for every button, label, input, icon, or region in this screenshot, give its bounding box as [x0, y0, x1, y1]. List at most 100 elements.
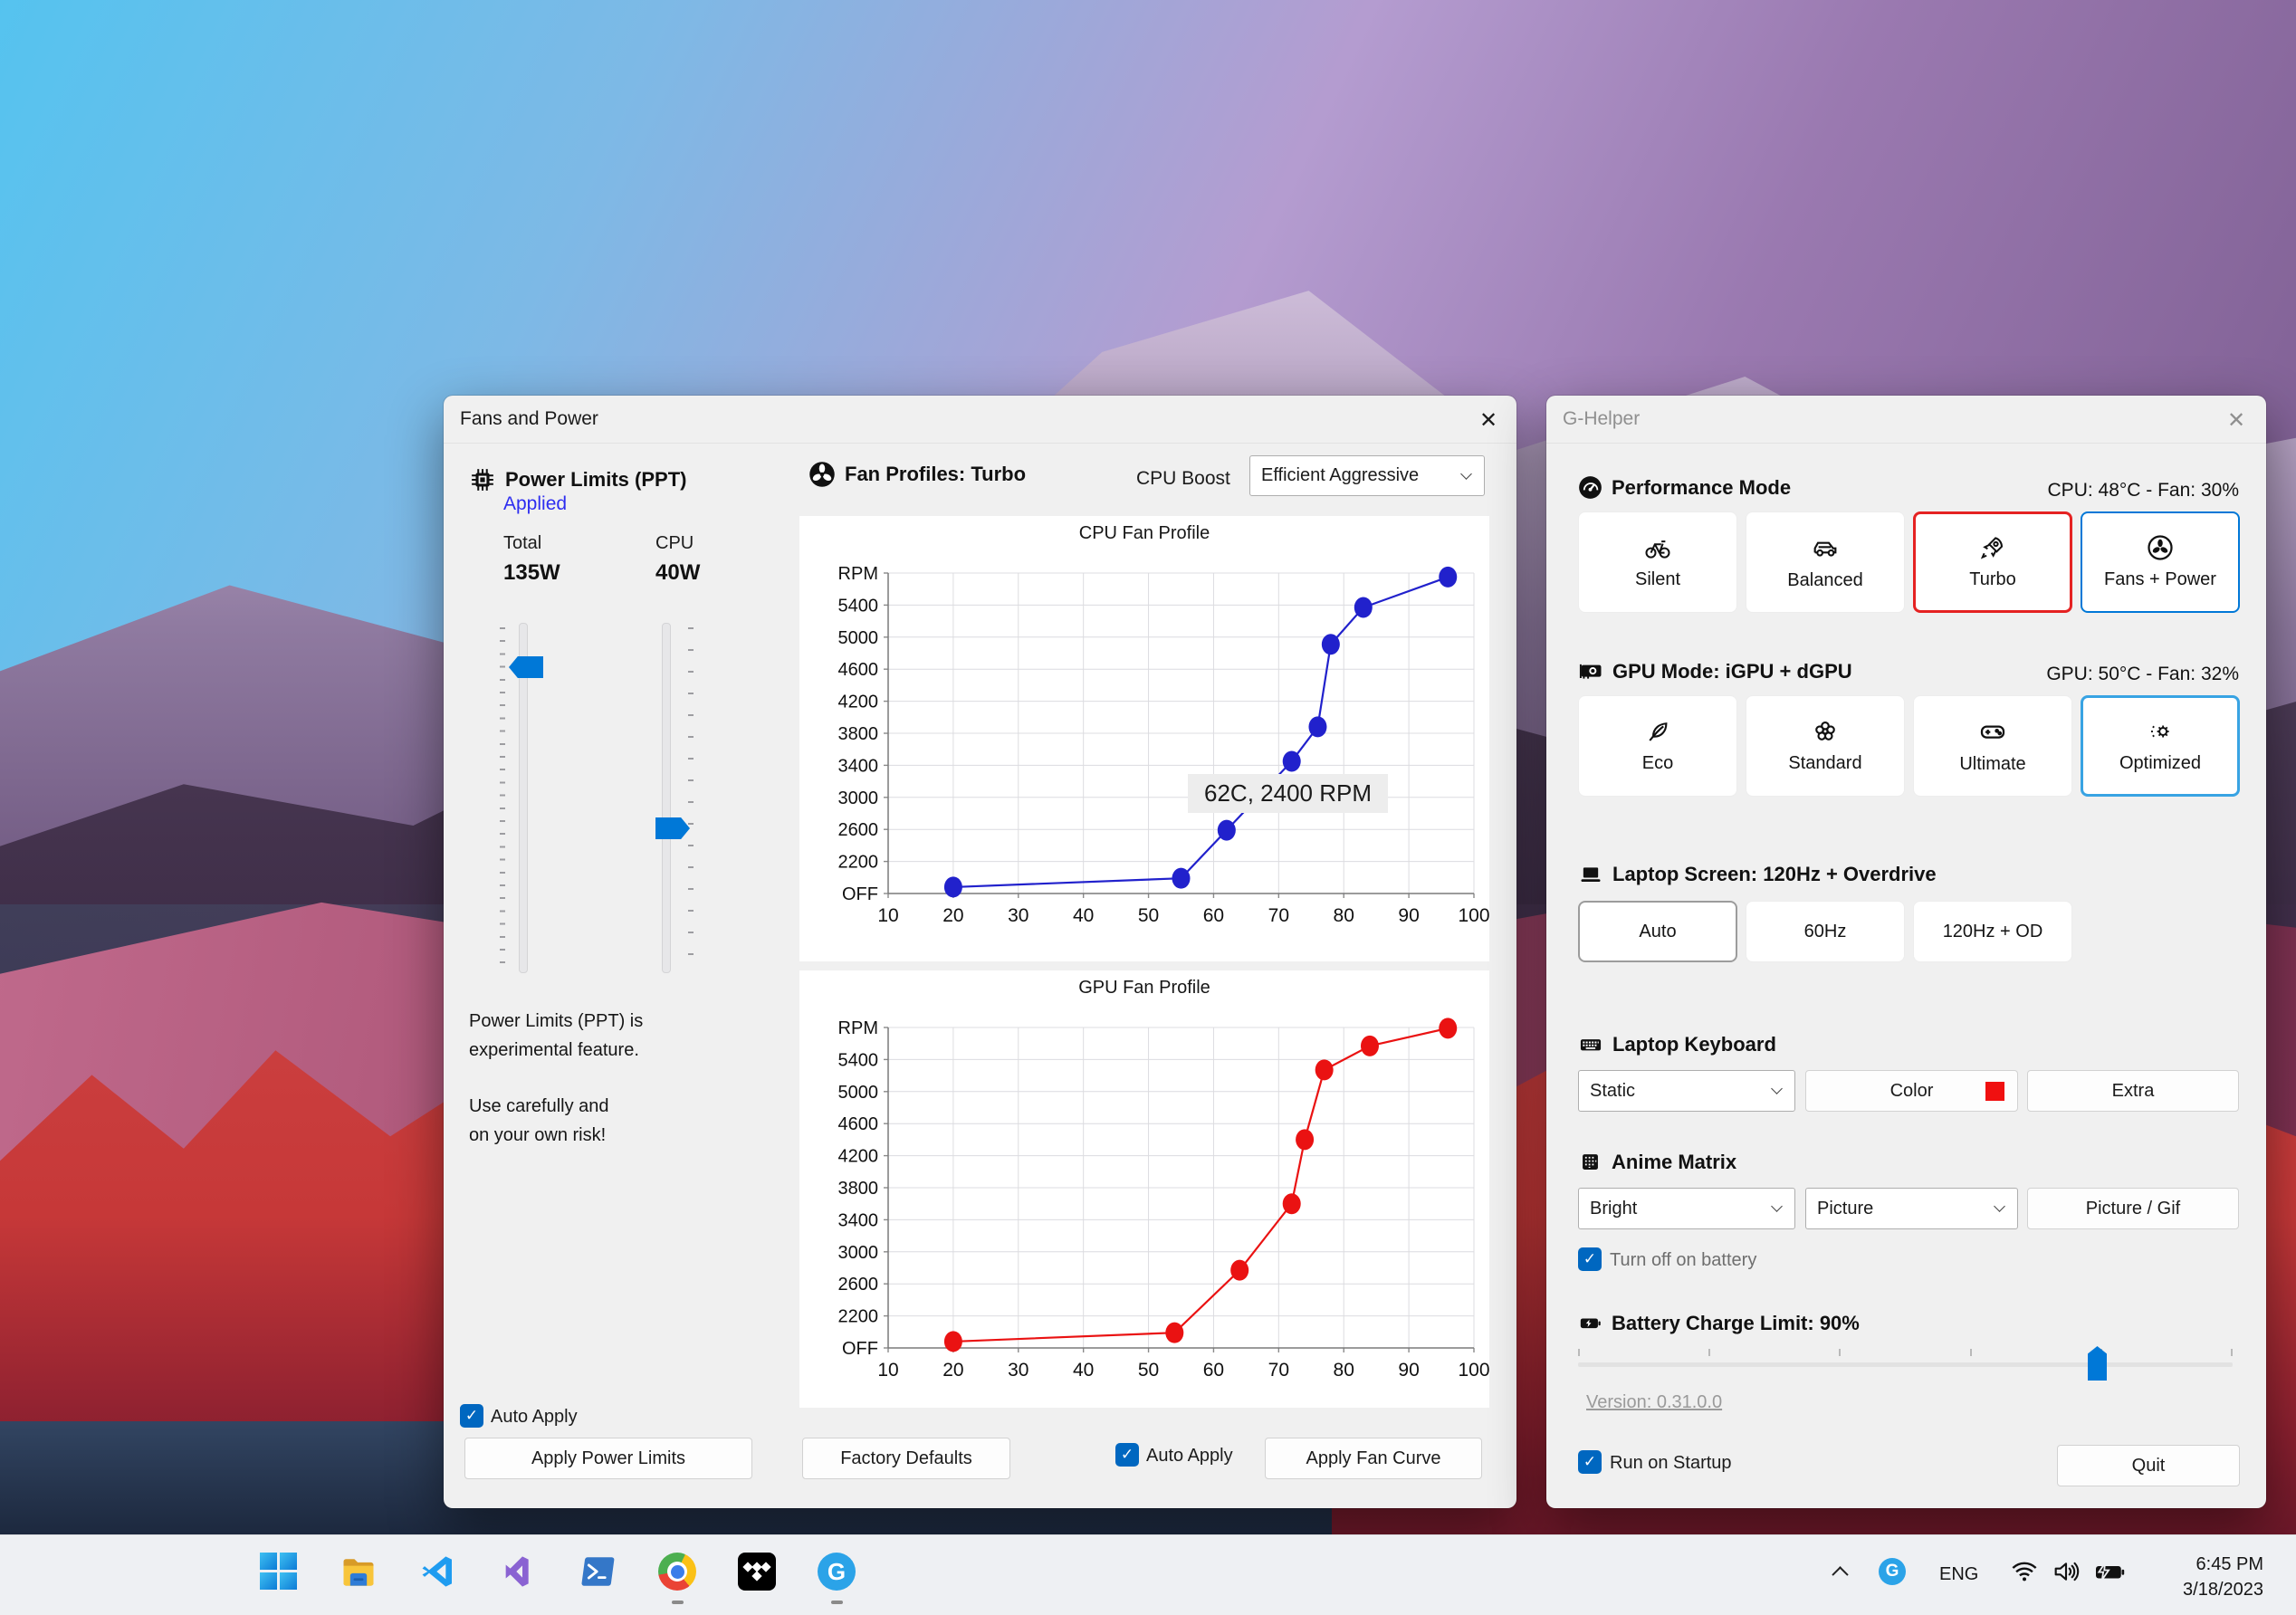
perf-mode-fans-power-button[interactable]: Fans + Power [2081, 511, 2240, 613]
close-icon[interactable]: ✕ [2221, 405, 2252, 435]
turn-off-on-battery-checkbox[interactable]: ✓ [1578, 1247, 1602, 1271]
fan-curve-point[interactable] [1230, 1259, 1249, 1281]
cpu-slider-thumb[interactable] [655, 817, 690, 839]
gamepad-icon [1980, 725, 2005, 739]
matrix-brightness-dropdown[interactable]: Bright [1578, 1188, 1795, 1229]
perf-mode-balanced-button[interactable]: Balanced [1746, 511, 1905, 613]
svg-text:90: 90 [1398, 1360, 1419, 1381]
fan-curve-point[interactable] [1217, 819, 1236, 841]
apply-fan-curve-button[interactable]: Apply Fan Curve [1265, 1438, 1482, 1479]
gpu-fan-curve-chart[interactable]: 10 20 30 40 50 60 70 80 90 100 OFF 2200 2600 3000 3400… [799, 1002, 1489, 1416]
wifi-tray-button[interactable] [2006, 1550, 2042, 1593]
screen-auto-button[interactable]: Auto [1578, 901, 1737, 962]
tidal-button[interactable] [735, 1550, 779, 1593]
chevron-down-icon [1994, 1200, 2005, 1212]
cpu-fan-curve-chart[interactable]: 10 20 30 40 50 60 70 80 90 100 OFF 2200 2600 3000 3400… [799, 548, 1490, 961]
fan-curve-point[interactable] [1172, 867, 1191, 889]
clock-time: 6:45 PM [2196, 1554, 2263, 1574]
screen-120hz-od-button[interactable]: 120Hz + OD [1913, 901, 2072, 962]
fan-curve-point[interactable] [943, 1331, 962, 1352]
cpu-slider-track[interactable] [662, 623, 671, 973]
keyboard-mode-value: Static [1590, 1080, 1636, 1101]
anime-matrix-title: Anime Matrix [1612, 1150, 1737, 1173]
fan-curve-point[interactable] [1165, 1322, 1184, 1343]
fan-curve-point[interactable] [1439, 566, 1458, 588]
fan-curve-point[interactable] [1321, 634, 1340, 655]
keyboard-extra-button[interactable]: Extra [2027, 1070, 2239, 1112]
gpu-chart-title: GPU Fan Profile [1078, 978, 1210, 998]
vscode-button[interactable] [416, 1550, 460, 1593]
ghelper-titlebar[interactable]: G-Helper ✕ [1546, 396, 2266, 444]
performance-mode-header: Performance Mode [1578, 475, 1791, 500]
powershell-button[interactable] [576, 1550, 619, 1593]
keyboard-icon [1580, 1039, 1602, 1051]
keyboard-color-label: Color [1889, 1080, 1934, 1101]
keyboard-color-button[interactable]: Color [1805, 1070, 2018, 1112]
chrome-button[interactable] [655, 1550, 699, 1593]
screen-60hz-button[interactable]: 60Hz [1746, 901, 1905, 962]
version-link[interactable]: Version: 0.31.0.0 [1586, 1392, 1722, 1413]
fan-auto-apply-checkbox[interactable]: ✓ [1115, 1443, 1139, 1467]
quit-button[interactable]: Quit [2057, 1445, 2240, 1486]
fans-window-titlebar[interactable]: Fans and Power ✕ [444, 396, 1516, 444]
laptop-screen-header: Laptop Screen: 120Hz + Overdrive [1578, 862, 1937, 887]
matrix-brightness-value: Bright [1590, 1198, 1638, 1218]
file-explorer-button[interactable] [337, 1550, 380, 1593]
svg-text:90: 90 [1398, 905, 1419, 926]
factory-defaults-button[interactable]: Factory Defaults [802, 1438, 1010, 1479]
start-button[interactable] [257, 1550, 301, 1593]
fan-curve-point[interactable] [1282, 1193, 1301, 1215]
fan-curve-point[interactable] [1315, 1059, 1334, 1081]
total-slider-ticks [500, 627, 505, 973]
g-helper-taskbar-button[interactable]: G [815, 1550, 858, 1593]
g-helper-tray-button[interactable]: G [1870, 1550, 1914, 1593]
total-slider-thumb[interactable] [509, 656, 543, 678]
gpu-mode-optimized-button[interactable]: Optimized [2081, 695, 2240, 797]
battery-tray-button[interactable] [2090, 1550, 2129, 1593]
g-helper-icon: G [818, 1553, 856, 1591]
fans-window-title: Fans and Power [460, 408, 598, 429]
fan-curve-point[interactable] [1360, 1035, 1379, 1056]
cpu-boost-dropdown[interactable]: Efficient Aggressive [1249, 455, 1485, 496]
fan-curve-point[interactable] [1439, 1018, 1458, 1039]
chevron-down-icon [1771, 1083, 1783, 1094]
fan-curve-point[interactable] [1308, 716, 1327, 738]
gpu-mode-title: GPU Mode: iGPU + dGPU [1612, 660, 1852, 683]
gpu-mode-standard-button[interactable]: Standard [1746, 695, 1905, 797]
perf-mode-silent-button[interactable]: Silent [1578, 511, 1737, 613]
svg-text:20: 20 [942, 1360, 963, 1381]
flower-icon [1815, 721, 1835, 741]
power-limits-applied-link[interactable]: Applied [503, 493, 567, 515]
gpu-mode-ultimate-button[interactable]: Ultimate [1913, 695, 2072, 797]
keyboard-mode-dropdown[interactable]: Static [1578, 1070, 1795, 1112]
battery-slider-track[interactable] [1578, 1362, 2233, 1367]
close-icon[interactable]: ✕ [1473, 405, 1504, 435]
gpu-mode-eco-button[interactable]: Eco [1578, 695, 1737, 797]
run-on-startup-checkbox[interactable]: ✓ [1578, 1450, 1602, 1474]
svg-text:3000: 3000 [838, 1243, 879, 1263]
clock[interactable]: 6:45 PM 3/18/2023 [2183, 1552, 2263, 1602]
svg-text:5400: 5400 [838, 1050, 879, 1070]
power-auto-apply-checkbox[interactable]: ✓ [460, 1404, 483, 1428]
language-indicator[interactable]: ENG [1939, 1564, 1978, 1585]
fan-curve-point[interactable] [1296, 1129, 1315, 1151]
fan-curve-point[interactable] [1354, 597, 1373, 618]
svg-text:4200: 4200 [838, 693, 879, 712]
wifi-icon [2012, 1562, 2037, 1582]
fan-curve-point[interactable] [943, 876, 962, 898]
perf-mode-turbo-button[interactable]: Turbo [1913, 511, 2072, 613]
folder-icon [343, 1559, 374, 1586]
svg-text:30: 30 [1008, 1360, 1028, 1381]
svg-text:50: 50 [1138, 905, 1159, 926]
matrix-mode-dropdown[interactable]: Picture [1805, 1188, 2018, 1229]
fan-curve-point[interactable] [1282, 750, 1301, 772]
visual-studio-button[interactable] [496, 1550, 540, 1593]
volume-tray-button[interactable] [2048, 1550, 2084, 1593]
gpu-temp-fan-status: GPU: 50°C - Fan: 32% [2046, 664, 2239, 684]
svg-text:5400: 5400 [838, 596, 879, 616]
tray-expand-button[interactable] [1818, 1550, 1861, 1593]
matrix-mode-value: Picture [1817, 1198, 1874, 1218]
svg-text:OFF: OFF [842, 1339, 878, 1359]
picture-gif-button[interactable]: Picture / Gif [2027, 1188, 2239, 1229]
apply-power-limits-button[interactable]: Apply Power Limits [464, 1438, 752, 1479]
